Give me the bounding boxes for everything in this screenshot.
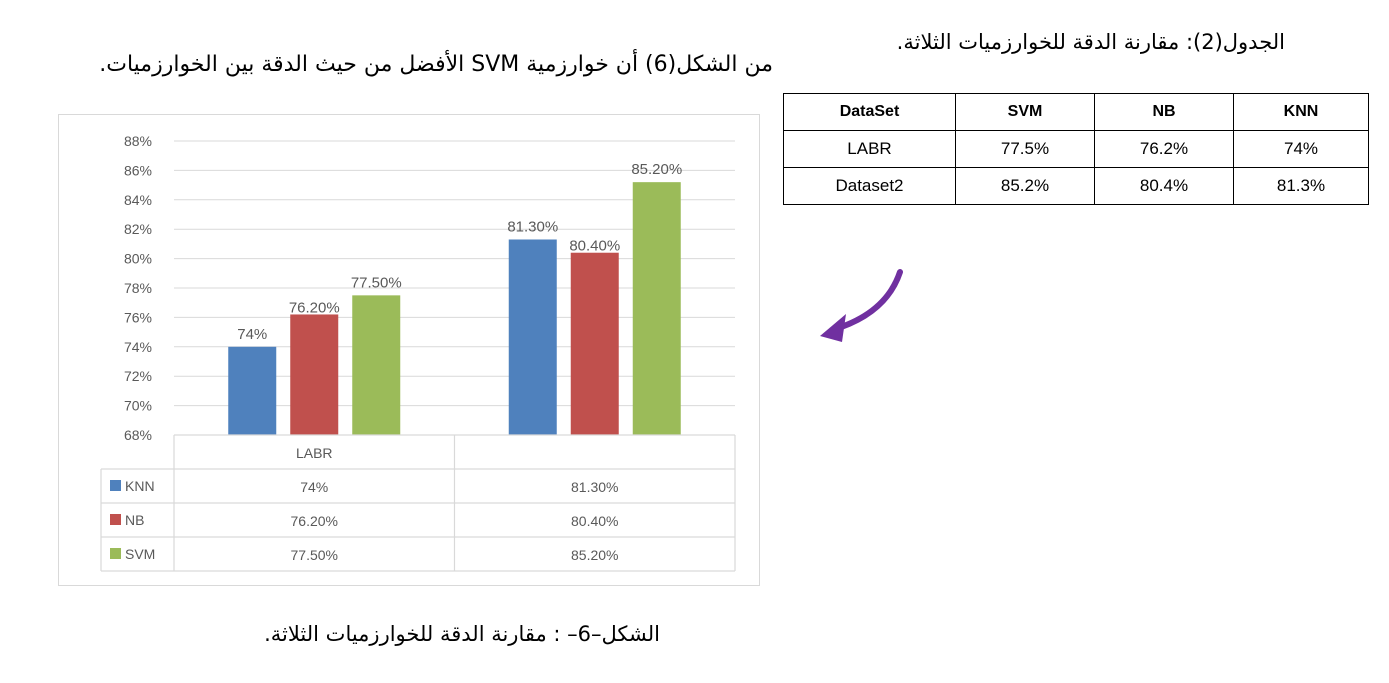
table-row: Dataset2 85.2% 80.4% 81.3% xyxy=(783,167,1369,205)
table-cell: 74% xyxy=(1233,130,1369,168)
accuracy-table: DataSet SVM NB KNN LABR 77.5% 76.2% 74% … xyxy=(783,93,1369,205)
legend-label: KNN xyxy=(125,478,155,494)
table-cell: Dataset2 xyxy=(783,167,956,205)
data-label: 80.40% xyxy=(569,238,620,255)
data-label: 76.20% xyxy=(289,299,340,316)
table-row: LABR 77.5% 76.2% 74% xyxy=(783,130,1369,168)
data-label: 81.30% xyxy=(507,218,558,235)
table-cell: LABR xyxy=(783,130,956,168)
table-header-cell: NB xyxy=(1094,93,1234,131)
y-tick-label: 82% xyxy=(124,221,152,237)
data-table-value: 77.50% xyxy=(291,547,338,563)
table-cell: 77.5% xyxy=(955,130,1095,168)
data-label: 77.50% xyxy=(351,274,402,291)
legend-swatch xyxy=(110,548,121,559)
table-caption: الجدول(2): مقارنة الدقة للخوارزميات الثل… xyxy=(896,30,1285,54)
legend-swatch xyxy=(110,480,121,491)
table-header-cell: DataSet xyxy=(783,93,956,131)
table-cell: 81.3% xyxy=(1233,167,1369,205)
y-tick-label: 78% xyxy=(124,280,152,296)
data-label: 74% xyxy=(237,326,267,343)
chart-bar xyxy=(508,239,557,435)
y-tick-label: 76% xyxy=(124,309,152,325)
legend-label: SVM xyxy=(125,546,155,562)
y-tick-label: 74% xyxy=(124,339,152,355)
data-table-value: 74% xyxy=(300,479,328,495)
table-header-row: DataSet SVM NB KNN xyxy=(783,93,1369,131)
y-tick-label: 70% xyxy=(124,398,152,414)
arrow-icon xyxy=(820,269,903,342)
data-table-value: 76.20% xyxy=(291,513,338,529)
data-table-value: 81.30% xyxy=(571,479,618,495)
figure-caption: الشكل–6– : مقارنة الدقة للخوارزميات الثل… xyxy=(264,622,660,646)
chart-bar xyxy=(632,182,681,435)
table-cell: 76.2% xyxy=(1094,130,1234,168)
legend-swatch xyxy=(110,514,121,525)
data-table-value: 85.20% xyxy=(571,547,618,563)
legend-label: NB xyxy=(125,512,144,528)
chart-bar xyxy=(290,314,339,435)
data-table-value: 80.40% xyxy=(571,513,618,529)
table-cell: 80.4% xyxy=(1094,167,1234,205)
chart-canvas: 68% 70% 72% 74% 76% 78% 80% 82% 84% 86% 88% 74% 76.2… xyxy=(100,133,736,572)
paragraph-line-left: من الشكل(6) أن خوارزمية SVM الأفضل من حي… xyxy=(99,52,773,77)
table-header-cell: KNN xyxy=(1233,93,1369,131)
y-tick-label: 86% xyxy=(124,162,152,178)
category-label: LABR xyxy=(296,445,333,461)
chart-bar xyxy=(352,295,401,435)
chart-bar xyxy=(570,252,619,435)
table-header-cell: SVM xyxy=(955,93,1095,131)
chart-bar xyxy=(228,346,277,435)
y-tick-label: 88% xyxy=(124,133,152,149)
table-cell: 85.2% xyxy=(955,167,1095,205)
accuracy-chart: 68% 70% 72% 74% 76% 78% 80% 82% 84% 86% 88% 74% 76.2… xyxy=(58,114,760,586)
y-tick-label: 84% xyxy=(124,192,152,208)
y-tick-label: 80% xyxy=(124,251,152,267)
y-tick-label: 72% xyxy=(124,368,152,384)
y-tick-label: 68% xyxy=(124,427,152,443)
data-label: 85.20% xyxy=(631,161,682,178)
